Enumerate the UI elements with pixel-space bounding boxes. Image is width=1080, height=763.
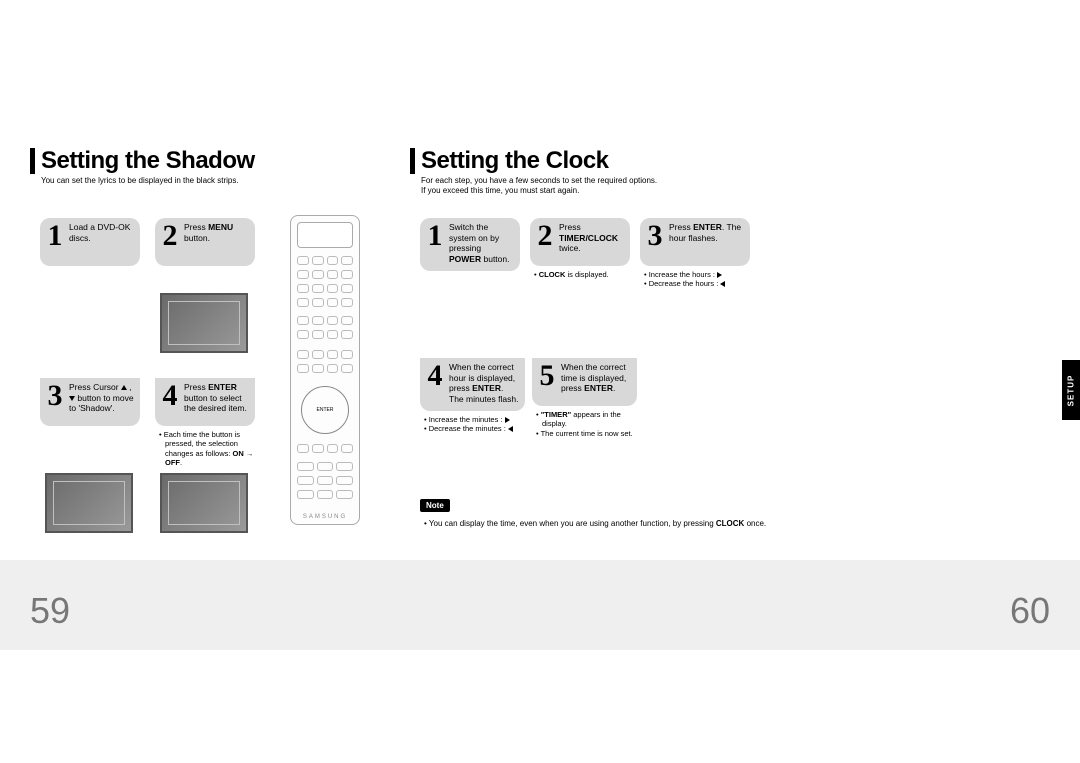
arrow-left-icon [508, 426, 513, 432]
right-step-2: 2 Press TIMER/CLOCK twice. CLOCK is disp… [530, 218, 630, 279]
step-number: 4 [426, 362, 444, 389]
right-title-block: Setting the Clock [410, 147, 609, 175]
left-step-4: 4 Press ENTER button to select the desir… [155, 378, 255, 468]
step-number: 5 [538, 362, 556, 389]
right-step-3: 3 Press ENTER. The hour flashes. Increas… [640, 218, 750, 289]
step-text: When the correct time is displayed, pres… [561, 362, 631, 394]
right-title: Setting the Clock [421, 147, 609, 175]
right-step-5: 5 When the correct time is displayed, pr… [532, 358, 637, 438]
step-5-sub: "TIMER" appears in the display. The curr… [532, 410, 637, 438]
step-text: Press MENU button. [184, 222, 249, 243]
page-right: Setting the Clock For each step, you hav… [400, 0, 1080, 763]
left-title-block: Setting the Shadow [30, 147, 255, 175]
step-number: 1 [46, 222, 64, 249]
remote-brand: SAMSUNG [291, 514, 359, 520]
note-block: Note • You can display the time, even wh… [420, 495, 766, 528]
step-text: Press ENTER button to select the desired… [184, 382, 249, 414]
left-title: Setting the Shadow [41, 147, 255, 175]
step-text: Switch the system on by pressing POWER b… [449, 222, 514, 265]
step-text: Press Cursor , button to move to 'Shadow… [69, 382, 134, 414]
title-accent-bar [30, 148, 35, 174]
step-number: 4 [161, 382, 179, 409]
step-number: 2 [161, 222, 179, 249]
step-text: When the correct hour is displayed, pres… [449, 362, 519, 405]
right-step-4: 4 When the correct hour is displayed, pr… [420, 358, 525, 433]
step-3-sub: Increase the hours : Decrease the hours … [640, 270, 750, 289]
step-number: 3 [646, 222, 664, 249]
title-accent-bar [410, 148, 415, 174]
page-left: Setting the Shadow You can set the lyric… [0, 0, 400, 763]
left-step-1: 1 Load a DVD-OK discs. [40, 218, 140, 266]
step-4-sub: Increase the minutes : Decrease the minu… [420, 415, 525, 434]
arrow-right-icon [505, 417, 510, 423]
left-step-2: 2 Press MENU button. [155, 218, 255, 266]
left-subtitle: You can set the lyrics to be displayed i… [41, 176, 239, 186]
step-text: Load a DVD-OK discs. [69, 222, 134, 243]
shadow-result-screenshot [160, 473, 248, 533]
left-page-number: 59 [30, 590, 70, 632]
step-4-sub: Each time the button is pressed, the sel… [155, 430, 255, 468]
remote-lcd [297, 222, 353, 248]
right-page-number: 60 [1010, 590, 1050, 632]
step-2-sub: CLOCK is displayed. [530, 270, 630, 279]
menu-screenshot [160, 293, 248, 353]
cursor-up-icon [121, 385, 127, 390]
shadow-select-screenshot [45, 473, 133, 533]
note-text: • You can display the time, even when yo… [420, 519, 766, 528]
right-subtitle: For each step, you have a few seconds to… [421, 176, 657, 195]
step-text: Press ENTER. The hour flashes. [669, 222, 744, 243]
arrow-left-icon [720, 281, 725, 287]
setup-tab: SETUP [1062, 360, 1080, 420]
step-text: Press TIMER/CLOCK twice. [559, 222, 624, 254]
remote-dpad [301, 386, 349, 434]
step-number: 1 [426, 222, 444, 249]
step-number: 2 [536, 222, 554, 249]
left-step-3: 3 Press Cursor , button to move to 'Shad… [40, 378, 140, 426]
arrow-right-icon [717, 272, 722, 278]
note-label: Note [420, 499, 450, 512]
step-number: 3 [46, 382, 64, 409]
manual-spread: Setting the Shadow You can set the lyric… [0, 0, 1080, 763]
remote-illustration: SAMSUNG [290, 215, 360, 525]
right-step-1: 1 Switch the system on by pressing POWER… [420, 218, 520, 271]
